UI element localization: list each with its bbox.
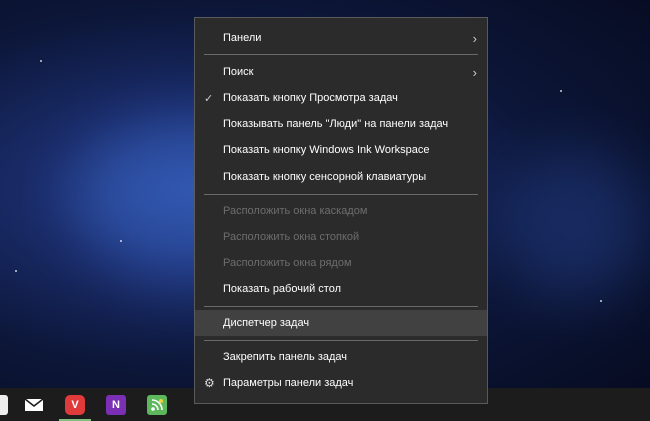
menu-item-task-manager[interactable]: Диспетчер задач [195,310,487,336]
chevron-right-icon: › [472,30,477,46]
star [560,90,562,92]
menu-item-label: Показать кнопку Просмотра задач [223,92,398,104]
menu-item-label: Показать кнопку Windows Ink Workspace [223,144,430,156]
menu-separator [204,54,478,55]
menu-item-label: Расположить окна стопкой [223,231,360,243]
taskbar-context-menu: Панели › Поиск › ✓ Показать кнопку Просмотр… [194,17,488,404]
gear-icon: ⚙ [204,376,215,390]
menu-item-label: Параметры панели задач [223,377,354,389]
menu-item-label: Закрепить панель задач [223,351,348,363]
menu-item-stack: Расположить окна стопкой [195,224,487,250]
menu-item-lock-taskbar[interactable]: Закрепить панель задач [195,344,487,370]
menu-item-label: Поиск [223,66,254,78]
menu-separator [204,340,478,341]
chevron-right-icon: › [472,64,477,80]
menu-item-show-people[interactable]: Показывать панель "Люди" на панели задач [195,111,487,137]
background-nebula [500,150,650,300]
star [600,300,602,302]
menu-item-panels[interactable]: Панели › [195,25,487,51]
star [40,60,42,62]
onenote-label: N [112,399,120,411]
menu-item-show-keyboard[interactable]: Показать кнопку сенсорной клавиатуры [195,164,487,190]
menu-item-search[interactable]: Поиск › [195,59,487,85]
star [120,240,122,242]
menu-item-label: Панели [223,32,262,44]
onenote-icon[interactable]: N [106,395,126,415]
menu-item-label: Показать рабочий стол [223,283,342,295]
menu-item-side-by-side: Расположить окна рядом [195,250,487,276]
menu-separator [204,194,478,195]
menu-item-taskbar-settings[interactable]: ⚙ Параметры панели задач [195,370,487,396]
menu-item-label: Расположить окна рядом [223,257,352,269]
menu-item-show-desktop[interactable]: Показать рабочий стол [195,276,487,302]
vivaldi-label: V [71,399,79,411]
app-icon-partial[interactable] [0,395,8,415]
menu-item-label: Показывать панель "Люди" на панели задач [223,118,449,130]
menu-item-show-task-view[interactable]: ✓ Показать кнопку Просмотра задач [195,85,487,111]
mail-icon[interactable] [24,395,44,415]
menu-item-label: Расположить окна каскадом [223,205,368,217]
star [15,270,17,272]
checkmark-icon: ✓ [204,92,214,105]
menu-item-label: Показать кнопку сенсорной клавиатуры [223,171,427,183]
feed-reader-icon[interactable] [147,395,167,415]
menu-item-cascade: Расположить окна каскадом [195,198,487,224]
menu-item-show-ink[interactable]: Показать кнопку Windows Ink Workspace [195,137,487,163]
menu-separator [204,306,478,307]
menu-item-label: Диспетчер задач [223,317,310,329]
vivaldi-icon[interactable]: V [65,395,85,415]
